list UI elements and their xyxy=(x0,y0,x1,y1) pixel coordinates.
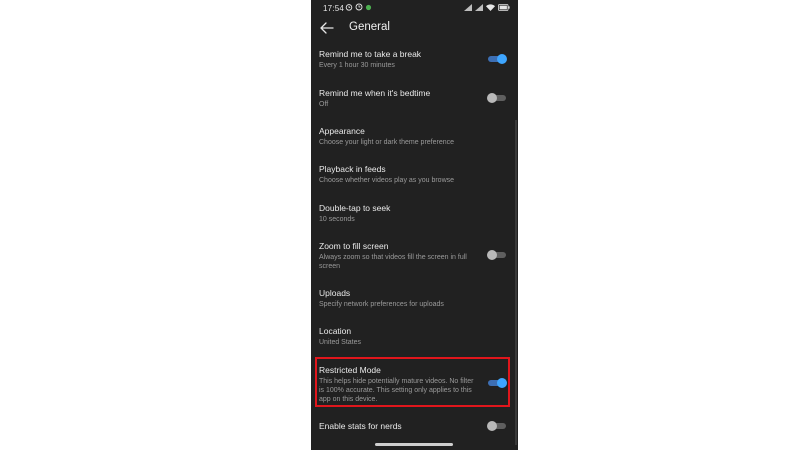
setting-title: Remind me to take a break xyxy=(319,49,422,59)
battery-icon xyxy=(498,4,510,11)
setting-zoom-to-fill-screen[interactable]: Zoom to fill screen Always zoom so that … xyxy=(311,241,518,277)
setting-subtitle: This helps hide potentially mature video… xyxy=(319,378,474,403)
phone-screen: 17:54 General Remind me to take a break … xyxy=(311,0,518,450)
take-a-break-toggle[interactable] xyxy=(488,54,507,64)
setting-title: Remind me when it's bedtime xyxy=(319,88,431,98)
page-title: General xyxy=(349,21,390,33)
clock-icon xyxy=(355,3,363,11)
signal-icon xyxy=(475,4,483,11)
setting-subtitle: Always zoom so that videos fill the scre… xyxy=(319,254,467,270)
status-time: 17:54 xyxy=(323,4,345,13)
setting-playback-in-feeds[interactable]: Playback in feeds Choose whether videos … xyxy=(311,164,518,194)
status-icons-right xyxy=(464,4,510,11)
stats-for-nerds-toggle[interactable] xyxy=(487,421,506,431)
status-bar: 17:54 xyxy=(311,0,518,17)
signal-icon xyxy=(464,4,472,11)
setting-subtitle: 10 seconds xyxy=(319,216,355,223)
setting-title: Zoom to fill screen xyxy=(319,241,389,251)
scrollbar[interactable] xyxy=(515,120,517,445)
setting-title: Double-tap to seek xyxy=(319,203,391,213)
setting-appearance[interactable]: Appearance Choose your light or dark the… xyxy=(311,126,518,156)
setting-subtitle: Choose whether videos play as you browse xyxy=(319,177,455,184)
setting-title: Enable stats for nerds xyxy=(319,421,402,431)
setting-title: Restricted Mode xyxy=(319,365,381,375)
bedtime-reminder-toggle[interactable] xyxy=(487,93,506,103)
notification-dot-icon xyxy=(365,4,372,10)
setting-subtitle: Specify network preferences for uploads xyxy=(319,301,444,308)
setting-title: Location xyxy=(319,326,352,336)
restricted-mode-toggle[interactable] xyxy=(488,378,507,388)
setting-subtitle: Off xyxy=(319,101,329,108)
setting-subtitle: Every 1 hour 30 minutes xyxy=(319,62,395,69)
setting-title: Playback in feeds xyxy=(319,164,386,174)
app-bar: General xyxy=(311,17,518,41)
wifi-icon xyxy=(486,4,495,11)
setting-uploads[interactable]: Uploads Specify network preferences for … xyxy=(311,288,518,318)
arrow-left-icon[interactable] xyxy=(319,21,335,35)
zoom-to-fill-toggle[interactable] xyxy=(487,250,506,260)
setting-location[interactable]: Location United States xyxy=(311,326,518,356)
setting-bedtime-reminder[interactable]: Remind me when it's bedtime Off xyxy=(311,88,518,118)
home-indicator[interactable] xyxy=(375,443,453,446)
setting-title: Uploads xyxy=(319,288,351,298)
setting-double-tap-to-seek[interactable]: Double-tap to seek 10 seconds xyxy=(311,203,518,233)
setting-subtitle: Choose your light or dark theme preferen… xyxy=(319,139,455,146)
setting-subtitle: United States xyxy=(319,339,362,346)
setting-stats-for-nerds[interactable]: Enable stats for nerds xyxy=(311,421,518,441)
alarm-icon xyxy=(345,4,353,11)
status-icons-left xyxy=(345,3,372,11)
setting-title: Appearance xyxy=(319,126,365,136)
setting-take-a-break[interactable]: Remind me to take a break Every 1 hour 3… xyxy=(311,49,518,79)
setting-restricted-mode[interactable]: Restricted Mode This helps hide potentia… xyxy=(311,365,518,405)
